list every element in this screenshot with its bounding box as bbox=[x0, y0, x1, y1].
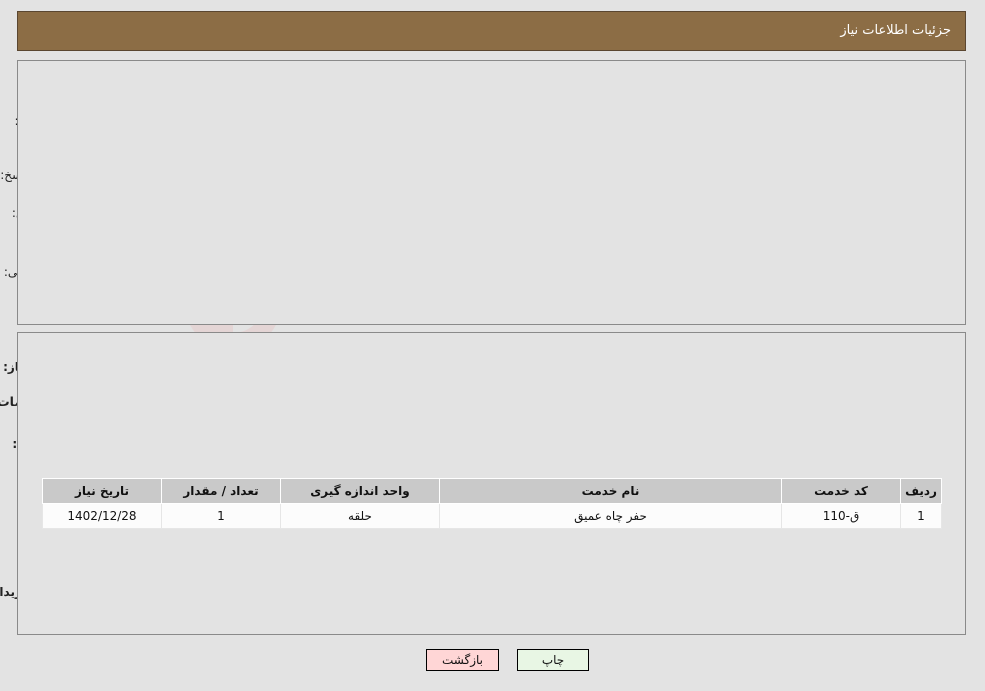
need-summary-panel bbox=[18, 60, 967, 325]
back-button[interactable]: بازگشت bbox=[427, 649, 500, 671]
cell-unit: حلقه bbox=[281, 503, 441, 529]
column-header-unit: واحد اندازه گیری bbox=[281, 478, 441, 504]
print-button[interactable]: چاپ bbox=[518, 649, 590, 671]
column-header-need-date: تاریخ نیاز bbox=[43, 478, 163, 504]
column-header-code: کد خدمت bbox=[782, 478, 902, 504]
services-table: ردیف کد خدمت نام خدمت واحد اندازه گیری ت… bbox=[43, 478, 943, 529]
cell-need-date: 1402/12/28 bbox=[43, 503, 163, 529]
table-header-row: ردیف کد خدمت نام خدمت واحد اندازه گیری ت… bbox=[43, 478, 943, 504]
cell-code: ق-110 bbox=[782, 503, 902, 529]
services-table-wrapper: ردیف کد خدمت نام خدمت واحد اندازه گیری ت… bbox=[43, 478, 943, 529]
page-title: جزئیات اطلاعات نیاز bbox=[841, 23, 952, 38]
column-header-name: نام خدمت bbox=[440, 478, 783, 504]
column-header-radif: ردیف bbox=[901, 478, 943, 504]
table-row: 1 ق-110 حفر چاه عمیق حلقه 1 1402/12/28 bbox=[43, 503, 943, 529]
column-header-quantity: تعداد / مقدار bbox=[162, 478, 282, 504]
cell-name: حفر چاه عمیق bbox=[440, 503, 783, 529]
page-header: جزئیات اطلاعات نیاز bbox=[18, 11, 967, 51]
cell-quantity: 1 bbox=[162, 503, 282, 529]
cell-radif: 1 bbox=[901, 503, 943, 529]
